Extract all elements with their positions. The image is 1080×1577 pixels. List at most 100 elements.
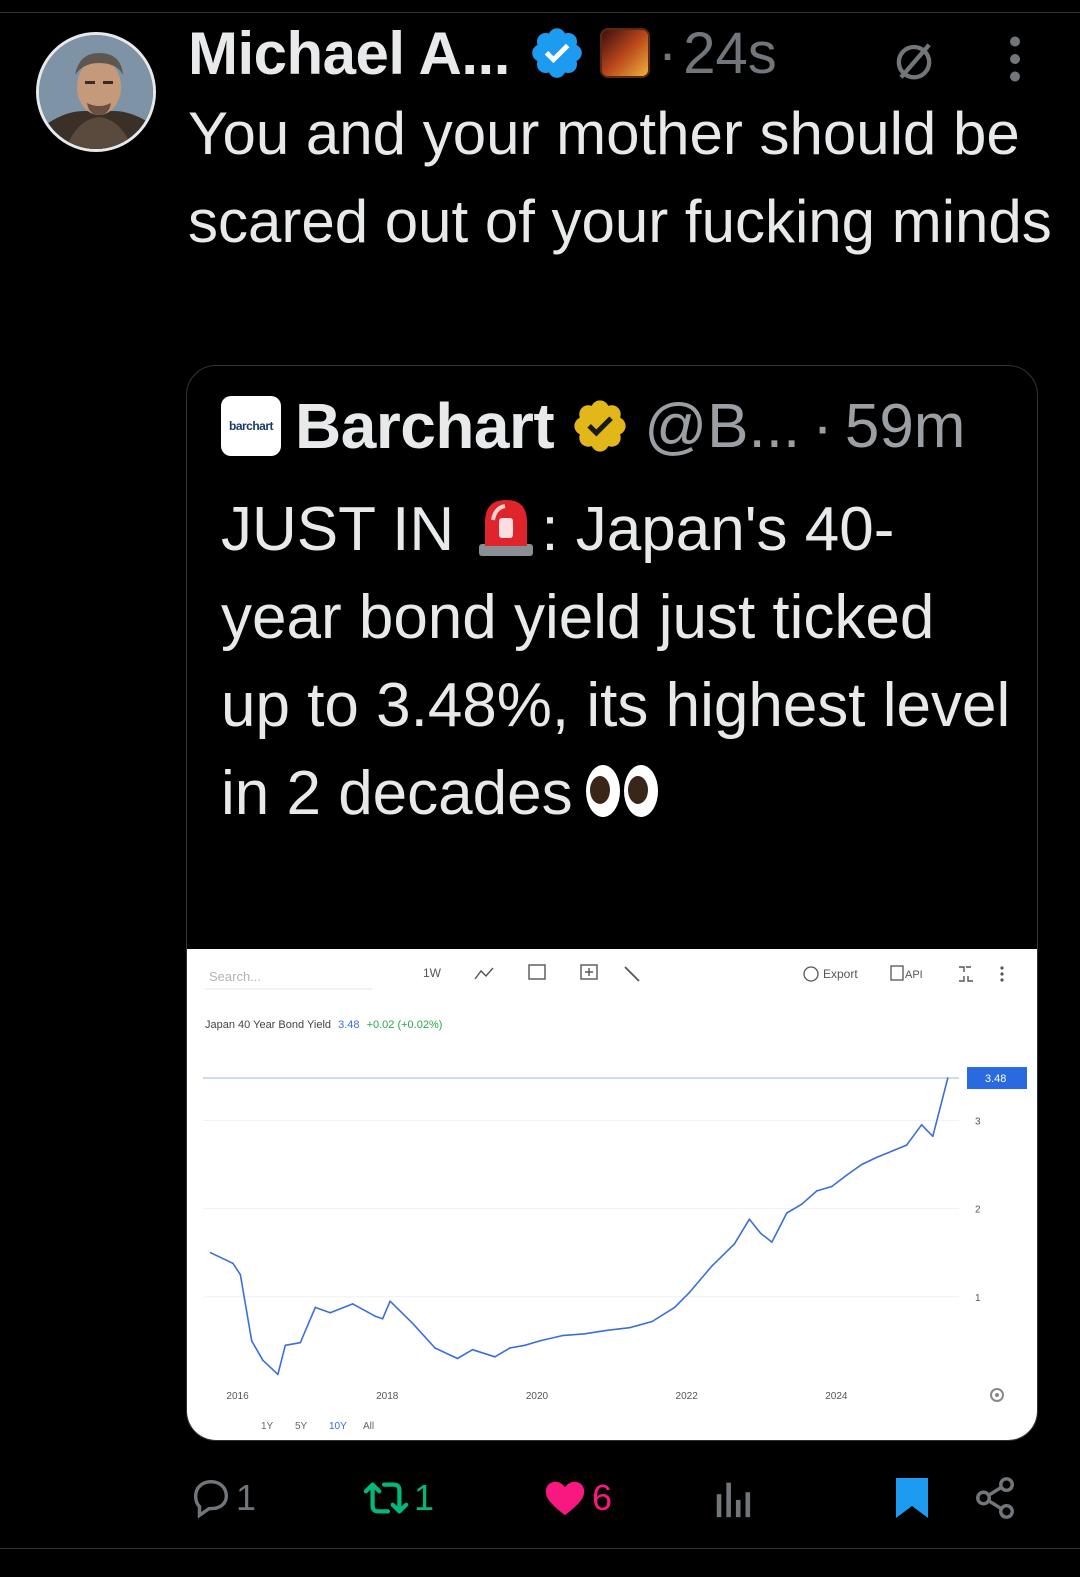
share-button[interactable] [972, 1468, 1018, 1528]
quoted-post-header: barchart Barchart @B... · 59m [221, 388, 965, 464]
data-point [494, 1355, 496, 1358]
share-icon [976, 1477, 1014, 1519]
action-bar: 1 1 6 [0, 1468, 1080, 1528]
data-point [277, 1373, 279, 1376]
x-tick-label: 2022 [676, 1391, 699, 1402]
legend-change: +0.02 (+0.02%) [367, 1019, 443, 1031]
bond-yield-chart: Search... 1W Export API Japan 40 Year Bo… [203, 964, 1027, 1432]
fullscreen-icon[interactable] [959, 966, 973, 982]
y-tick-label: 2 [975, 1205, 981, 1216]
data-point [733, 1243, 736, 1245]
export-icon [803, 966, 819, 982]
verified-badge-icon[interactable] [528, 24, 586, 82]
views-chart-icon [716, 1482, 751, 1518]
data-point [411, 1322, 414, 1325]
interval-selector[interactable]: 1W [423, 966, 442, 980]
data-point [815, 1190, 818, 1192]
data-point [651, 1320, 653, 1323]
data-point [524, 1344, 526, 1347]
heart-icon [545, 1481, 585, 1516]
range-button-10y[interactable]: 10Y [329, 1421, 347, 1432]
data-point [759, 1232, 762, 1235]
chart-type-icon[interactable] [474, 967, 494, 980]
data-point [456, 1357, 459, 1360]
data-point [606, 1329, 608, 1332]
quoted-author-name[interactable]: Barchart [295, 389, 555, 463]
bookmark-icon [896, 1478, 928, 1518]
settings-gear-icon[interactable] [990, 1388, 1004, 1402]
quoted-text-lead: JUST IN [221, 495, 472, 564]
data-point [830, 1185, 833, 1188]
eyes-emoji-icon [585, 765, 658, 817]
data-point [845, 1174, 848, 1176]
x-tick-label: 2020 [526, 1391, 549, 1402]
data-point [299, 1341, 302, 1344]
data-point [688, 1291, 691, 1294]
views-button[interactable] [712, 1468, 756, 1528]
grok-icon[interactable] [888, 34, 940, 86]
reply-icon [193, 1479, 229, 1519]
export-button[interactable]: Export [823, 967, 858, 981]
repost-icon [363, 1482, 409, 1514]
data-point [711, 1265, 713, 1267]
quoted-post[interactable]: barchart Barchart @B... · 59m JUST IN : … [186, 365, 1038, 1441]
data-point [946, 1077, 949, 1079]
yield-series-line [210, 1077, 949, 1376]
reply-button[interactable]: 1 [188, 1468, 256, 1528]
legend-value: 3.48 [338, 1019, 359, 1031]
data-point [939, 1106, 942, 1108]
avatar-portrait-icon [39, 35, 153, 149]
range-button-5y[interactable]: 5Y [295, 1421, 308, 1432]
reply-count: 1 [236, 1477, 257, 1518]
data-point [239, 1273, 242, 1276]
data-point [673, 1306, 676, 1309]
repost-button[interactable]: 1 [360, 1468, 434, 1528]
draw-tool-icon[interactable] [624, 966, 640, 982]
range-button-all[interactable]: All [363, 1421, 374, 1432]
data-point [314, 1306, 317, 1309]
like-count: 6 [592, 1477, 613, 1518]
affiliate-flair-icon[interactable] [599, 28, 650, 78]
api-icon [890, 965, 904, 981]
data-point [932, 1135, 934, 1138]
like-button[interactable]: 6 [542, 1468, 612, 1528]
y-tick-label: 1 [975, 1293, 981, 1304]
data-point [920, 1123, 923, 1126]
chart-image[interactable]: Search... 1W Export API Japan 40 Year Bo… [187, 949, 1037, 1440]
range-button-1y[interactable]: 1Y [261, 1421, 274, 1432]
data-point [583, 1333, 586, 1335]
time-separator: · [657, 20, 678, 86]
x-tick-label: 2018 [376, 1391, 399, 1402]
data-point [748, 1218, 751, 1220]
bookmark-button[interactable] [890, 1468, 934, 1528]
chart-legend: Japan 40 Year Bond Yield 3.48 +0.02 (+0.… [205, 1019, 442, 1031]
data-point [628, 1326, 631, 1329]
barchart-logo[interactable]: barchart [221, 396, 281, 456]
data-point [262, 1359, 264, 1362]
siren-emoji-icon [479, 500, 534, 556]
legend-series-name: Japan 40 Year Bond Yield [205, 1019, 331, 1031]
post-timestamp[interactable]: 24s [683, 20, 777, 87]
data-point [434, 1347, 436, 1349]
data-point [875, 1156, 878, 1159]
data-point [389, 1300, 391, 1303]
quoted-author-handle: @B... [644, 391, 801, 461]
x-tick-label: 2016 [226, 1391, 249, 1402]
author-avatar[interactable] [36, 32, 156, 152]
data-point [329, 1311, 332, 1314]
data-point [250, 1340, 253, 1342]
data-point [561, 1334, 564, 1337]
data-point [786, 1212, 788, 1214]
data-point [381, 1318, 384, 1320]
api-button[interactable]: API [905, 969, 923, 981]
chart-menu-icon[interactable] [1000, 966, 1004, 982]
more-options-icon[interactable] [1000, 34, 1030, 84]
data-point [374, 1315, 376, 1317]
data-point [539, 1340, 541, 1342]
calendar-icon[interactable] [528, 964, 546, 980]
data-point [509, 1347, 511, 1349]
author-name[interactable]: Michael A... [188, 19, 510, 88]
data-point [351, 1303, 354, 1305]
x-tick-label: 2024 [825, 1391, 848, 1402]
chart-search-input[interactable]: Search... [209, 969, 261, 984]
